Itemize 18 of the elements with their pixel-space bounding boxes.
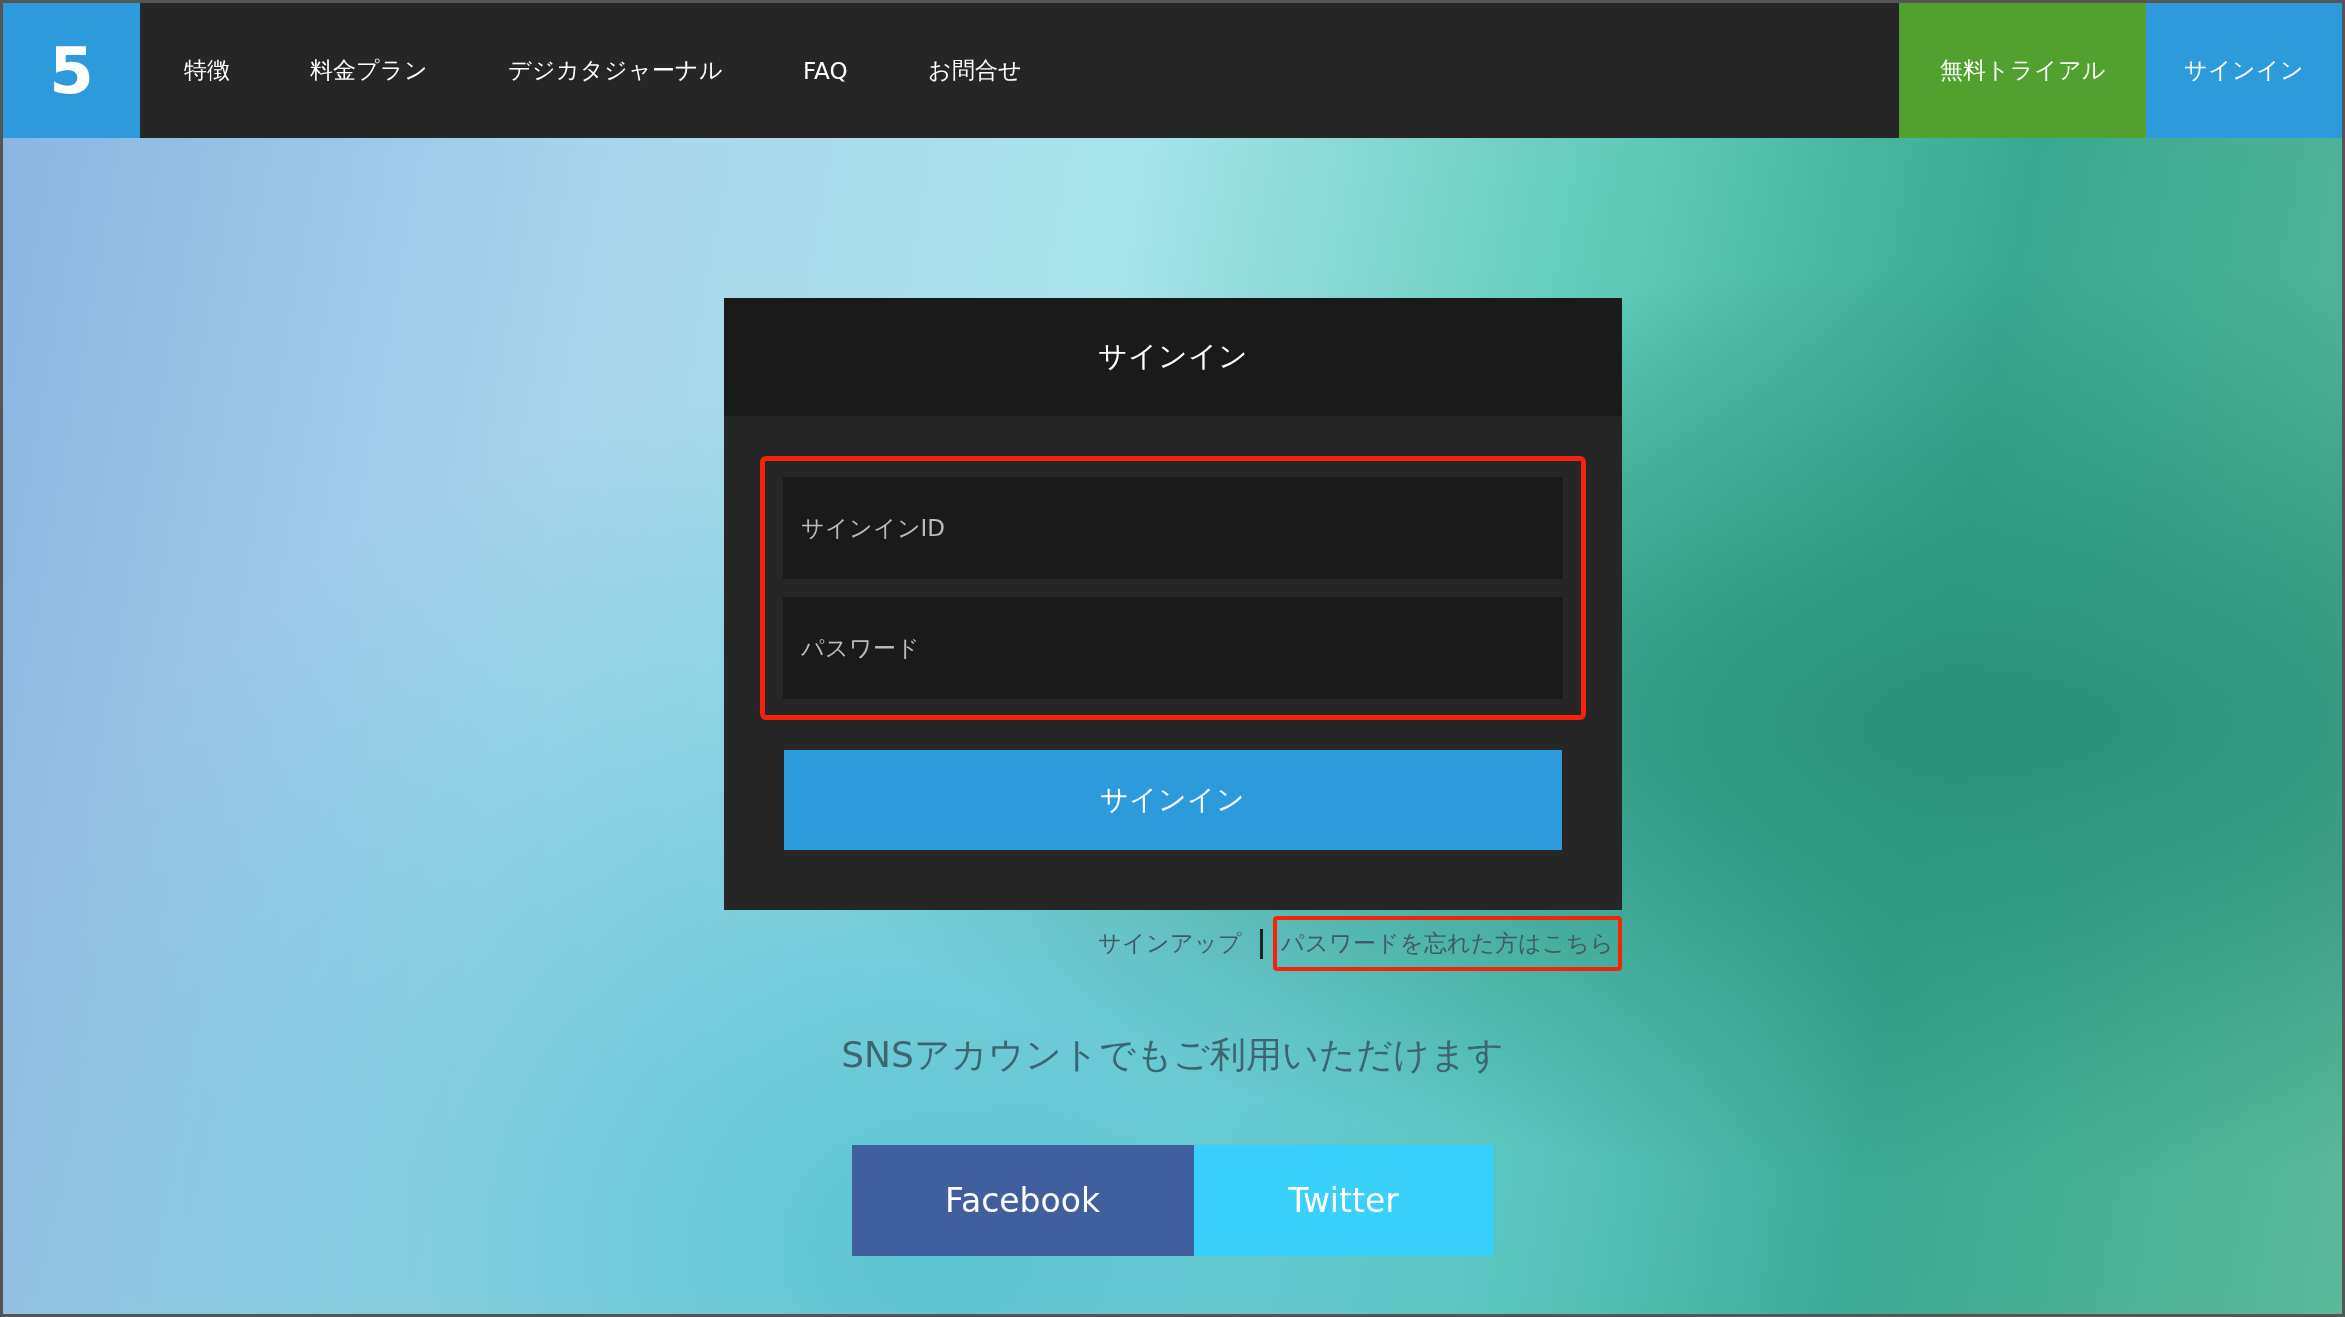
nav-link[interactable]: FAQ: [803, 57, 848, 84]
nav-link[interactable]: 特徴: [184, 55, 230, 86]
input-field[interactable]: パスワード: [782, 597, 1563, 699]
text-link[interactable]: サインアップ: [1089, 916, 1250, 971]
card-title: サインイン: [1097, 338, 1248, 375]
text-link[interactable]: パスワードを忘れた方はこちら: [1272, 916, 1622, 971]
logo[interactable]: 5: [3, 3, 140, 138]
nav-link[interactable]: デジカタジャーナル: [508, 55, 723, 86]
input-field[interactable]: サインインID: [782, 477, 1563, 579]
social-login-button[interactable]: Twitter: [1193, 1145, 1494, 1256]
nav-link[interactable]: お問合せ: [927, 55, 1022, 86]
nav-link[interactable]: 料金プラン: [310, 55, 428, 86]
social-login-button[interactable]: Facebook: [851, 1145, 1194, 1256]
sns-heading: SNSアカウントでもご利用いただけます: [841, 1033, 1504, 1077]
separator-bar: [1259, 928, 1263, 959]
free-trial-button[interactable]: 無料トライアル: [1899, 3, 2146, 138]
submit-button[interactable]: サインイン: [783, 750, 1562, 850]
signin-button[interactable]: サインイン: [2146, 3, 2342, 138]
